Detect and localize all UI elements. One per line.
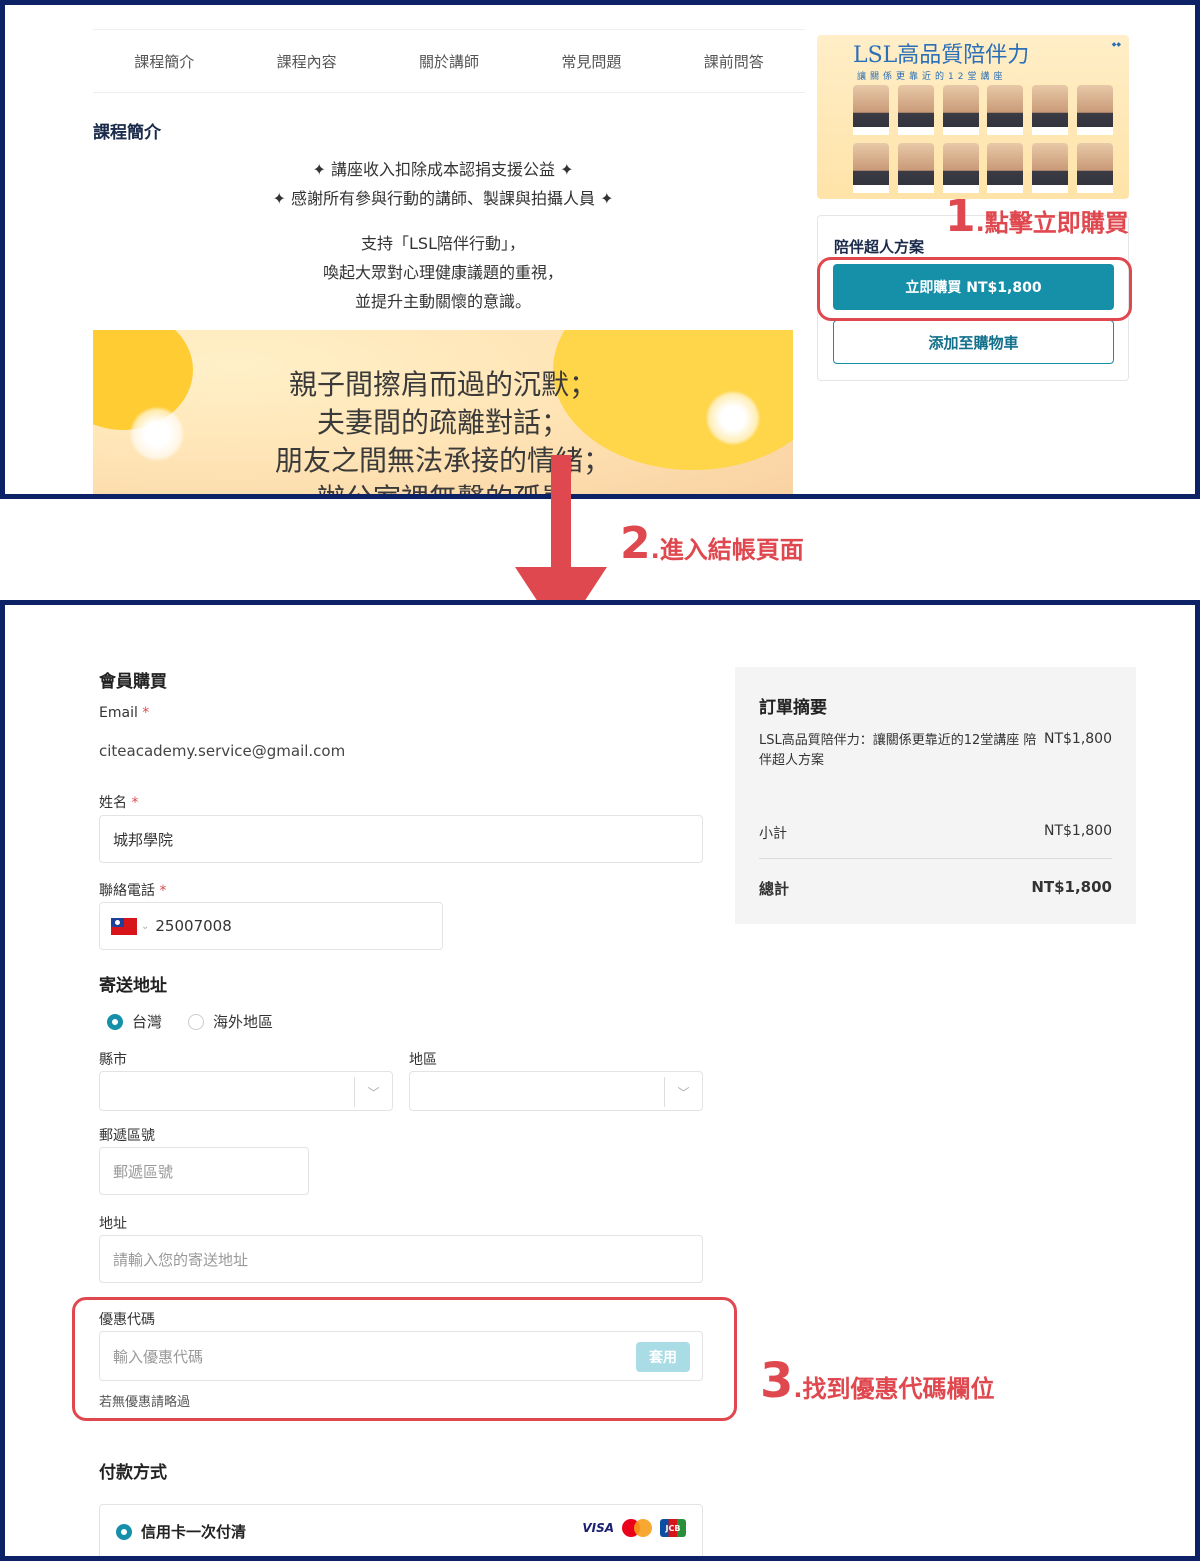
- step2-annotation: 2.進入結帳頁面: [620, 518, 804, 569]
- member-purchase-heading: 會員購買: [99, 672, 167, 692]
- summary-divider: [759, 858, 1112, 859]
- instructor-photo: [897, 85, 934, 135]
- jcb-icon: JCB: [660, 1519, 686, 1537]
- order-item-name: LSL高品質陪伴力：讓關係更靠近的12堂講座 陪伴超人方案: [759, 733, 1037, 768]
- instructor-photo: [853, 143, 889, 193]
- step-text: .點擊立即購買: [975, 209, 1129, 237]
- banner-text-line: 親子間擦肩而過的沉默；: [288, 368, 597, 401]
- tab-course-intro[interactable]: 課程簡介: [134, 51, 194, 72]
- subtotal-label: 小計: [759, 826, 787, 842]
- email-value: citeacademy.service@gmail.com: [99, 742, 346, 760]
- zip-code-input[interactable]: 郵遞區號: [99, 1147, 309, 1195]
- chevron-down-icon: ﹀: [664, 1077, 702, 1107]
- card-brand-logos: VISA JCB: [582, 1519, 686, 1537]
- instructor-photo: [1076, 85, 1113, 135]
- course-nav-tabs: 課程簡介 課程內容 關於講師 常見問題 課前問答: [93, 29, 805, 93]
- intro-line: 並提升主動關懷的意識。: [354, 292, 531, 311]
- city-label: 縣市: [99, 1052, 127, 1068]
- instructor-photo: [1032, 143, 1069, 193]
- course-poster-image: LSL高品質陪伴力 讓關係更靠近的12堂講座 ◆◆: [817, 35, 1129, 199]
- checkout-page-panel: 會員購買 Email * citeacademy.service@gmail.c…: [0, 600, 1200, 1561]
- step-number: 2: [620, 518, 651, 569]
- tab-course-content[interactable]: 課程內容: [277, 51, 337, 72]
- payment-method-heading: 付款方式: [99, 1463, 167, 1483]
- intro-line: ✦ 講座收入扣除成本認捐支援公益 ✦: [312, 160, 574, 179]
- city-select[interactable]: ﹀: [99, 1071, 393, 1111]
- step1-annotation: 1.點擊立即購買: [945, 191, 1129, 242]
- chevron-down-icon[interactable]: ⌄: [141, 921, 149, 932]
- intro-line: ✦ 感謝所有參與行動的講師、製課與拍攝人員 ✦: [272, 189, 614, 208]
- instructor-photos-row: [853, 143, 1113, 193]
- visa-icon: VISA: [582, 1521, 614, 1535]
- tab-about-instructor[interactable]: 關於講師: [419, 51, 479, 72]
- banner-text-line: 朋友之間無法承接的情緒；: [274, 444, 611, 477]
- name-label: 姓名 *: [99, 795, 139, 811]
- add-to-cart-button[interactable]: 添加至購物車: [833, 320, 1114, 364]
- zip-label: 郵遞區號: [99, 1128, 155, 1144]
- tab-pre-course-qa[interactable]: 課前問答: [704, 51, 764, 72]
- instructor-photo: [853, 85, 889, 135]
- mastercard-icon: [622, 1519, 652, 1537]
- poster-subtitle: 讓關係更靠近的12堂講座: [857, 72, 1007, 82]
- step-text: .進入結帳頁面: [650, 536, 804, 564]
- radio-selected-icon: [107, 1013, 123, 1030]
- phone-label: 聯絡電話 *: [99, 883, 167, 899]
- order-summary-panel: 訂單摘要 LSL高品質陪伴力：讓關係更靠近的12堂講座 陪伴超人方案 NT$1,…: [735, 667, 1136, 924]
- step1-highlight-box: [817, 257, 1132, 321]
- instructor-photo: [897, 143, 934, 193]
- radio-unselected-icon: [188, 1013, 204, 1030]
- instructor-photo: [987, 85, 1024, 135]
- instructor-photo: [1076, 143, 1113, 193]
- district-label: 地區: [409, 1052, 437, 1068]
- payment-option-label: 信用卡一次付清: [116, 1521, 246, 1542]
- section-title: 課程簡介: [93, 123, 161, 143]
- instructor-photos-row: [853, 85, 1113, 135]
- phone-field[interactable]: ⌄ 25007008: [99, 902, 443, 950]
- district-select[interactable]: ﹀: [409, 1071, 703, 1111]
- banner-text-line: 夫妻間的疏離對話；: [316, 406, 569, 439]
- intro-line: 支持「LSL陪伴行動」，: [361, 234, 525, 253]
- banner-text-line: 辦公室裡無聲的孤單: [316, 482, 569, 499]
- chevron-down-icon: ﹀: [354, 1077, 392, 1107]
- email-label: Email *: [99, 705, 150, 721]
- poster-title: LSL高品質陪伴力: [853, 43, 1030, 68]
- payment-option-credit-card[interactable]: 信用卡一次付清 VISA JCB: [99, 1504, 703, 1556]
- instructor-photo: [1032, 85, 1069, 135]
- step3-highlight-box: [72, 1297, 737, 1421]
- shipping-address-heading: 寄送地址: [99, 976, 167, 996]
- order-item-price: NT$1,800: [1043, 731, 1112, 747]
- total-value: NT$1,800: [1031, 878, 1112, 896]
- course-banner-image: 親子間擦肩而過的沉默； 夫妻間的疏離對話； 朋友之間無法承接的情緒； 辦公室裡無…: [93, 330, 793, 499]
- order-summary-title: 訂單摘要: [759, 698, 827, 718]
- step-text: .找到優惠代碼欄位: [793, 1375, 995, 1403]
- intro-line: 喚起大眾對心理健康議題的重視，: [322, 263, 563, 282]
- address-input[interactable]: 請輸入您的寄送地址: [99, 1235, 703, 1283]
- step-number: 1: [945, 191, 976, 242]
- tab-faq[interactable]: 常見問題: [561, 51, 621, 72]
- region-radio-taiwan[interactable]: 台灣: [107, 1011, 162, 1032]
- total-label: 總計: [759, 880, 790, 898]
- subtotal-value: NT$1,800: [1043, 823, 1112, 839]
- address-label: 地址: [99, 1216, 127, 1232]
- instructor-photo: [942, 85, 979, 135]
- step3-annotation: 3.找到優惠代碼欄位: [760, 1353, 995, 1409]
- name-field[interactable]: 城邦學院: [99, 815, 703, 863]
- region-radio-overseas[interactable]: 海外地區: [188, 1011, 273, 1032]
- publisher-logo-icon: ◆◆: [1111, 41, 1121, 48]
- instructor-photo: [942, 143, 979, 193]
- instructor-photo: [987, 143, 1024, 193]
- course-page-panel: 課程簡介 課程內容 關於講師 常見問題 課前問答 課程簡介 ✦ 講座收入扣除成本…: [0, 0, 1200, 499]
- taiwan-flag-icon: [111, 917, 137, 935]
- phone-value: 25007008: [155, 917, 232, 935]
- step-number: 3: [760, 1353, 794, 1409]
- plan-name: 陪伴超人方案: [834, 238, 925, 256]
- radio-selected-icon: [116, 1523, 132, 1540]
